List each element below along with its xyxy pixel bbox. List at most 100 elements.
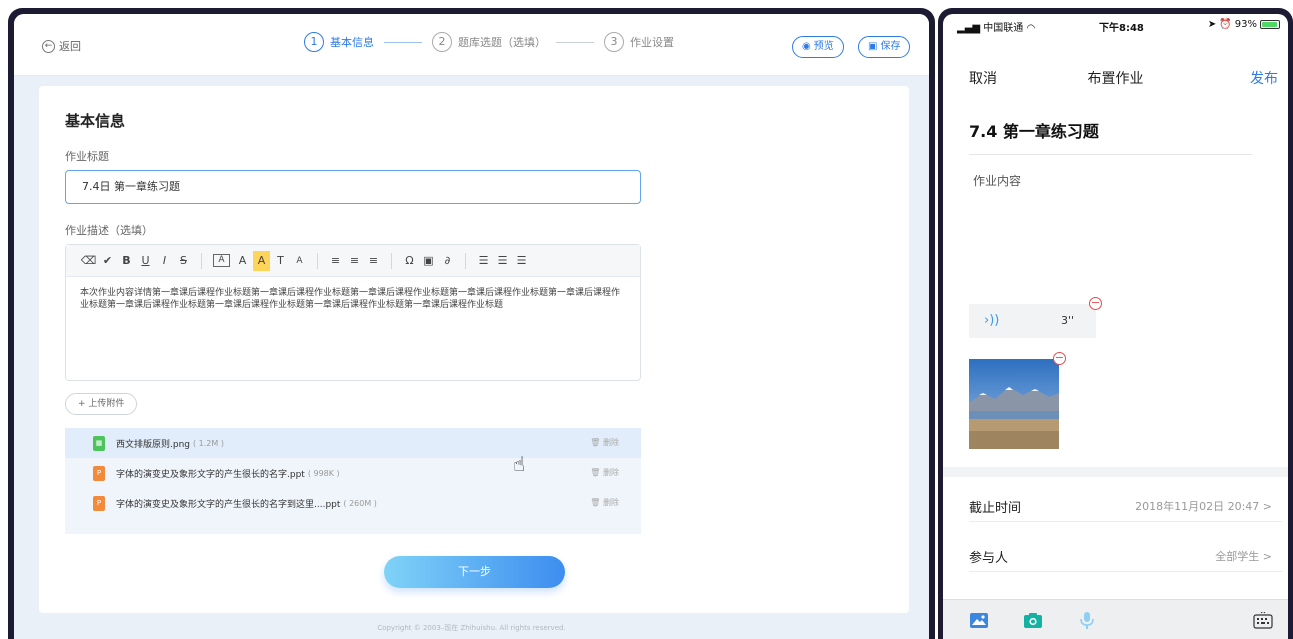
align-center-icon[interactable]: ≡ — [346, 251, 363, 271]
preview-label: 预览 — [813, 41, 834, 52]
publish-button[interactable]: 发布 — [1250, 68, 1278, 88]
title-label: 作业标题 — [65, 150, 109, 163]
delete-attachment-button[interactable]: 🗑 删除 — [590, 437, 619, 448]
step-label: 作业设置 — [630, 36, 674, 49]
deadline-label: 截止时间 — [969, 501, 1022, 516]
carrier-name: 中国联通 — [983, 23, 1024, 34]
deadline-row[interactable]: 截止时间 2018年11月02日 20:47 > — [969, 488, 1282, 522]
preview-button[interactable]: ◉ 预览 — [792, 36, 844, 58]
phone-screen: ▂▄▆ 中国联通 ◠ 下午8:48 ➤ ⏰ 93% 取消 布置作业 发布 7.4… — [943, 14, 1288, 639]
align-right-icon[interactable]: ≡ — [365, 251, 382, 271]
voice-message[interactable]: ›)) 3'' — [969, 304, 1096, 338]
camera-icon[interactable] — [1023, 612, 1043, 629]
copyright-text: Copyright © 2003–现在 Zhihuishu. All right… — [377, 624, 566, 632]
file-size: ( 998K ) — [307, 468, 340, 478]
special-char-icon[interactable]: Ω — [401, 251, 418, 271]
step-question-bank[interactable]: 2 题库选题（选填） — [432, 32, 546, 52]
file-name: 西文排版原则.png — [116, 439, 190, 450]
attachment-item[interactable]: P 字体的演变史及象形文字的产生很长的名字到这里....ppt ( 260M )… — [65, 488, 641, 518]
status-right: ➤ ⏰ 93% — [1208, 19, 1280, 30]
nav-bar: 取消 布置作业 发布 — [943, 62, 1288, 88]
remove-voice-icon[interactable]: − — [1089, 297, 1102, 310]
rich-text-editor[interactable]: ⌫ ✔ B U I S A A A T A ≡ ≡ ≡ Ω ▣ ∂ ☰ ☰ ☰ … — [65, 244, 641, 381]
step-number: 2 — [432, 32, 452, 52]
eraser-icon[interactable]: ⌫ — [80, 251, 97, 271]
next-step-button[interactable]: 下一步 — [384, 556, 565, 588]
step-connector — [384, 41, 422, 43]
text-border-icon[interactable]: A — [213, 254, 230, 267]
ordered-list-icon[interactable]: ☰ — [475, 251, 492, 271]
remove-photo-icon[interactable]: − — [1053, 352, 1066, 365]
back-label: 返回 — [59, 40, 81, 53]
back-arrow-icon: ← — [42, 39, 55, 53]
italic-icon[interactable]: I — [156, 251, 173, 271]
microphone-icon[interactable] — [1077, 612, 1097, 629]
delete-attachment-button[interactable]: 🗑 删除 — [590, 467, 619, 478]
attached-photo[interactable] — [969, 359, 1059, 449]
participants-row[interactable]: 参与人 全部学生 > — [969, 538, 1282, 572]
font-size-icon[interactable]: T — [272, 251, 289, 271]
delete-label: 删除 — [603, 498, 619, 507]
step-connector — [556, 41, 594, 43]
trash-icon: 🗑 — [590, 468, 601, 477]
ppt-file-icon: P — [93, 465, 105, 481]
description-label: 作业描述（选填） — [65, 224, 153, 237]
font-color-icon[interactable]: A — [234, 251, 251, 271]
input-toolbar — [943, 599, 1288, 639]
location-icon: ➤ — [1207, 19, 1217, 30]
format-brush-icon[interactable]: ✔ — [99, 251, 116, 271]
eye-icon: ◉ — [802, 41, 811, 52]
step-basic-info[interactable]: 1 基本信息 — [304, 32, 374, 52]
homework-title-input[interactable]: 7.4日 第一章练习题 — [65, 170, 641, 204]
toolbar-divider — [465, 252, 466, 269]
trash-icon: 🗑 — [590, 498, 601, 507]
section-separator — [943, 467, 1288, 477]
justify-icon[interactable]: ☰ — [513, 251, 530, 271]
step-label: 题库选题（选填） — [458, 36, 546, 49]
ppt-file-icon: P — [93, 495, 105, 511]
save-button[interactable]: ▣ 保存 — [858, 36, 911, 58]
signal-icon: ▂▄▆ — [957, 23, 981, 34]
strikethrough-icon[interactable]: S — [175, 251, 192, 271]
underline-icon[interactable]: U — [137, 251, 154, 271]
highlight-icon[interactable]: A — [253, 250, 270, 271]
save-label: 保存 — [880, 41, 901, 52]
homework-title[interactable]: 7.4 第一章练习题 — [969, 118, 1099, 142]
step-homework-settings[interactable]: 3 作业设置 — [604, 32, 674, 52]
hand-cursor-icon: ☝ — [513, 452, 526, 476]
delete-attachment-button[interactable]: 🗑 删除 — [590, 497, 619, 508]
description-text[interactable]: 本次作业内容详情第一章课后课程作业标题第一章课后课程作业标题第一章课后课程作业标… — [66, 277, 640, 321]
unordered-list-icon[interactable]: ☰ — [494, 251, 511, 271]
image-icon[interactable] — [969, 612, 989, 629]
link-icon[interactable]: ∂ — [439, 251, 456, 271]
align-left-icon[interactable]: ≡ — [327, 251, 344, 271]
keyboard-icon[interactable] — [1253, 612, 1273, 629]
upload-attachment-button[interactable]: + 上传附件 — [65, 393, 138, 415]
divider — [969, 154, 1252, 155]
font-family-icon[interactable]: A — [291, 251, 308, 271]
homework-content-input[interactable]: 作业内容 — [973, 172, 1021, 189]
toolbar-divider — [317, 252, 318, 269]
toolbar-divider — [391, 252, 392, 269]
alarm-icon: ⏰ — [1219, 19, 1232, 30]
bold-icon[interactable]: B — [118, 251, 135, 271]
attachment-item[interactable]: ▦ 西文排版原则.png ( 1.2M ) 🗑 删除 — [65, 428, 641, 458]
deadline-value: 2018年11月02日 20:47 > — [1135, 500, 1272, 513]
card-title: 基本信息 — [65, 112, 126, 130]
desktop-frame: ← 返回 1 基本信息 2 题库选题（选填） 3 作业设置 ◉ 预览 ▣ 保存 … — [8, 8, 935, 639]
wifi-icon: ◠ — [1026, 23, 1036, 34]
status-bar: ▂▄▆ 中国联通 ◠ 下午8:48 ➤ ⏰ 93% — [943, 14, 1288, 38]
insert-image-icon[interactable]: ▣ — [420, 251, 437, 271]
clock: 下午8:48 — [1099, 23, 1144, 34]
carrier-label: ▂▄▆ 中国联通 ◠ — [957, 19, 1035, 34]
image-file-icon: ▦ — [93, 435, 105, 451]
voice-wave-icon: ›)) — [984, 313, 1000, 328]
back-button[interactable]: ← 返回 — [42, 38, 81, 54]
step-number: 1 — [304, 32, 324, 52]
toolbar-divider — [201, 252, 202, 269]
desktop-screen: ← 返回 1 基本信息 2 题库选题（选填） 3 作业设置 ◉ 预览 ▣ 保存 … — [14, 14, 929, 639]
attachment-item[interactable]: P 字体的演变史及象形文字的产生很长的名字.ppt ( 998K ) 🗑 删除 — [65, 458, 641, 488]
step-indicator: 1 基本信息 2 题库选题（选填） 3 作业设置 — [304, 32, 674, 52]
delete-label: 删除 — [603, 468, 619, 477]
battery-percent: 93% — [1234, 19, 1257, 30]
